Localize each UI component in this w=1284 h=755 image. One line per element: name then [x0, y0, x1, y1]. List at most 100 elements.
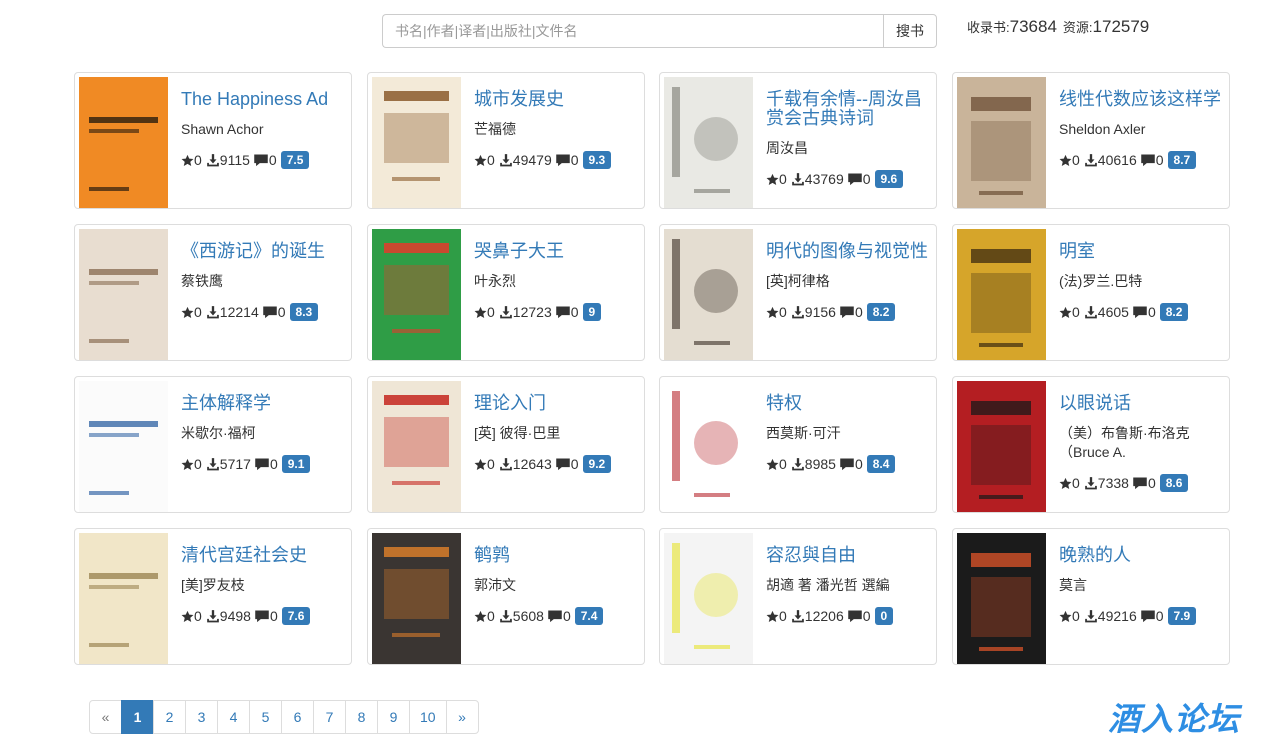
book-meta: 0 9156 0 8.2: [766, 302, 930, 322]
book-cover[interactable]: [79, 381, 168, 512]
download-count: 9156: [804, 304, 836, 320]
book-title-link[interactable]: 明代的图像与视觉性: [766, 242, 930, 261]
rating-badge: 9: [582, 303, 602, 321]
book-meta: 0 12214 0 8.3: [181, 302, 345, 322]
download-icon: [206, 153, 220, 167]
book-meta: 0 12723 0 9: [474, 302, 638, 322]
book-cover[interactable]: [372, 77, 461, 208]
book-cover[interactable]: [957, 381, 1046, 512]
book-title-link[interactable]: 线性代数应该这样学: [1059, 90, 1223, 109]
pagination-page-3[interactable]: 3: [185, 700, 218, 734]
book-cover[interactable]: [957, 77, 1046, 208]
search-button[interactable]: 搜书: [883, 14, 937, 48]
pagination-page-6[interactable]: 6: [281, 700, 314, 734]
book-card[interactable]: 千载有余情--周汝昌赏会古典诗词 周汝昌 0 43769 0 9.6: [659, 72, 937, 209]
rating-badge: 7.6: [281, 607, 311, 625]
book-card[interactable]: 理论入门 [英] 彼得·巴里 0 12643 0 9.2: [367, 376, 645, 513]
search-bar: 搜书: [382, 14, 937, 48]
rating-badge: 8.4: [866, 455, 896, 473]
download-icon: [1084, 153, 1098, 167]
search-input[interactable]: [382, 14, 883, 48]
book-meta: 0 43769 0 9.6: [766, 169, 930, 189]
comment-count: 0: [854, 304, 863, 320]
pagination-page-1[interactable]: 1: [121, 700, 154, 734]
star-icon: [1059, 610, 1072, 623]
book-author: Sheldon Axler: [1059, 121, 1146, 137]
book-card[interactable]: 以眼说话 （美）布鲁斯·布洛克（Bruce A. 0 7338 0 8.6: [952, 376, 1230, 513]
book-title-link[interactable]: 鹌鹑: [474, 546, 638, 565]
book-cover[interactable]: [79, 533, 168, 664]
book-title-link[interactable]: 晚熟的人: [1059, 546, 1223, 565]
pagination-prev[interactable]: «: [89, 700, 122, 734]
book-cover[interactable]: [957, 229, 1046, 360]
book-title-link[interactable]: 主体解释学: [181, 394, 345, 413]
book-title-link[interactable]: The Happiness Ad: [181, 90, 345, 109]
book-card[interactable]: 哭鼻子大王 叶永烈 0 12723 0 9: [367, 224, 645, 361]
book-card[interactable]: 容忍與自由 胡適 著 潘光哲 選編 0 12206 0 0: [659, 528, 937, 665]
book-card[interactable]: 主体解释学 米歇尔·福柯 0 5717 0 9.1: [74, 376, 352, 513]
book-title-link[interactable]: 《西游记》的诞生: [181, 242, 345, 261]
comment-count: 0: [1147, 304, 1156, 320]
book-card[interactable]: 明代的图像与视觉性 [英]柯律格 0 9156 0 8.2: [659, 224, 937, 361]
pagination-page-8[interactable]: 8: [345, 700, 378, 734]
rating-badge: 7.5: [280, 151, 310, 169]
book-card[interactable]: 线性代数应该这样学 Sheldon Axler 0 40616 0 8.7: [952, 72, 1230, 209]
book-title-link[interactable]: 理论入门: [474, 394, 638, 413]
book-title-link[interactable]: 城市发展史: [474, 90, 638, 109]
comment-count: 0: [269, 456, 278, 472]
download-icon: [499, 457, 513, 471]
book-cover[interactable]: [372, 533, 461, 664]
book-card[interactable]: 《西游记》的诞生 蔡铁鹰 0 12214 0 8.3: [74, 224, 352, 361]
download-count: 5717: [219, 456, 251, 472]
book-card[interactable]: 城市发展史 芒福德 0 49479 0 9.3: [367, 72, 645, 209]
book-card[interactable]: 明室 (法)罗兰.巴特 0 4605 0 8.2: [952, 224, 1230, 361]
comment-count: 0: [1155, 608, 1164, 624]
comment-icon: [839, 457, 855, 471]
book-cover[interactable]: [664, 77, 753, 208]
book-title-link[interactable]: 特权: [766, 394, 930, 413]
book-title-link[interactable]: 哭鼻子大王: [474, 242, 638, 261]
book-title-link[interactable]: 容忍與自由: [766, 546, 930, 565]
pagination-page-4[interactable]: 4: [217, 700, 250, 734]
rating-badge: 8.2: [1159, 303, 1189, 321]
book-cover[interactable]: [79, 77, 168, 208]
pagination-page-5[interactable]: 5: [249, 700, 282, 734]
book-cover[interactable]: [372, 229, 461, 360]
book-meta: 0 5608 0 7.4: [474, 606, 638, 626]
book-cover[interactable]: [79, 229, 168, 360]
rating-badge: 8.6: [1159, 474, 1189, 492]
book-card[interactable]: 晚熟的人 莫言 0 49216 0 7.9: [952, 528, 1230, 665]
star-icon: [181, 306, 194, 319]
star-icon: [766, 458, 779, 471]
book-cover[interactable]: [957, 533, 1046, 664]
book-cover[interactable]: [664, 533, 753, 664]
star-count: 0: [779, 456, 787, 472]
pagination-page-9[interactable]: 9: [377, 700, 410, 734]
pagination-next[interactable]: »: [445, 700, 479, 734]
book-card[interactable]: 鹌鹑 郭沛文 0 5608 0 7.4: [367, 528, 645, 665]
download-count: 12723: [512, 304, 552, 320]
pagination-page-2[interactable]: 2: [153, 700, 186, 734]
star-icon: [766, 610, 779, 623]
download-count: 5608: [512, 608, 544, 624]
book-title-link[interactable]: 明室: [1059, 242, 1223, 261]
book-cover[interactable]: [372, 381, 461, 512]
comment-icon: [1132, 476, 1148, 490]
book-card[interactable]: The Happiness Ad Shawn Achor 0 9115 0 7.5: [74, 72, 352, 209]
pagination-page-7[interactable]: 7: [313, 700, 346, 734]
book-cover[interactable]: [664, 229, 753, 360]
book-card[interactable]: 清代宫廷社会史 [美]罗友枝 0 9498 0 7.6: [74, 528, 352, 665]
book-title-link[interactable]: 清代宫廷社会史: [181, 546, 345, 565]
book-meta: 0 12643 0 9.2: [474, 454, 638, 474]
pagination-page-10[interactable]: 10: [409, 700, 447, 734]
book-title-link[interactable]: 以眼说话: [1059, 394, 1223, 413]
book-meta: 0 40616 0 8.7: [1059, 150, 1223, 170]
book-title-link[interactable]: 千载有余情--周汝昌赏会古典诗词: [766, 90, 930, 128]
book-author: 胡適 著 潘光哲 選編: [766, 577, 890, 593]
star-icon: [181, 154, 194, 167]
book-cover[interactable]: [664, 381, 753, 512]
download-icon: [1084, 476, 1098, 490]
book-card[interactable]: 特权 西莫斯·可汗 0 8985 0 8.4: [659, 376, 937, 513]
book-meta: 0 4605 0 8.2: [1059, 302, 1223, 322]
comment-icon: [555, 153, 571, 167]
